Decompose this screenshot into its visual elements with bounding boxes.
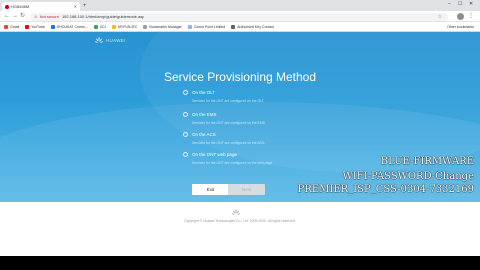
reload-icon[interactable]: ↻ [20,13,25,19]
tab-title: HG8546M [11,4,30,9]
minimize-icon[interactable]: – [448,1,451,7]
bookmark-label: SHOUKAT Comm... [56,24,88,29]
option-label: On the OLT [192,90,216,95]
option-olt[interactable]: On the OLT [183,90,215,95]
bookmark-icon [25,24,30,29]
copyright-text: Copyright © Huawei Technologies Co., Ltd… [184,219,296,223]
bookmark-icon [143,24,148,29]
bookmark-icon [50,24,55,29]
warning-icon: ⚠ [34,14,38,19]
close-window-icon[interactable]: ✕ [469,1,473,7]
overlay-caption-2: WIFI-PASSWORD-Change [342,171,474,182]
new-tab-button[interactable]: + [83,2,87,10]
option-label: On the EMS [192,112,217,117]
back-icon[interactable]: ← [4,13,10,19]
bookmark-item[interactable]: YouTube [25,24,45,29]
tab-bar: HG8546M ✕ + – ☐ ✕ [0,0,480,11]
maximize-icon[interactable]: ☐ [458,1,462,7]
huawei-logo-icon [232,209,240,215]
address-bar: ← → ↻ ⚠ Not secure 192.168.100.1/html/am… [0,11,480,22]
screen: HG8546M ✕ + – ☐ ✕ ← → ↻ ⚠ Not secure 192… [0,0,480,270]
page-title: Service Provisioning Method [163,70,317,84]
radio-button[interactable] [183,112,188,117]
huawei-logo: HUAWEI [95,37,126,44]
bookmark-item[interactable]: Comm Point Limited [187,24,226,29]
radio-button[interactable] [183,90,188,95]
bookmark-label: Comm Point Limited [193,24,226,29]
browser-tab[interactable]: HG8546M ✕ [2,2,80,11]
url-field[interactable]: ⚠ Not secure 192.168.100.1/html/amp/guid… [30,12,448,21]
bookmark-icon [231,24,236,29]
bookmark-item[interactable]: Gmail [4,24,20,29]
bookmark-icon [111,24,116,29]
profile-avatar[interactable] [457,13,464,20]
exit-button[interactable]: Exit [192,184,229,195]
option-ont-web[interactable]: On the ONT web page [183,152,237,157]
url-text: 192.168.100.1/html/amp/guide/guidemode.a… [61,14,145,19]
bookmark-icon [4,24,8,29]
option-description: Services for the ONT are configured on t… [192,99,265,103]
close-tab-icon[interactable]: ✕ [74,4,77,9]
bookmark-label: Bookmarks Manager [149,24,182,29]
bookmark-icon [187,24,192,29]
browser-menu-icon[interactable]: ⋮ [468,12,474,19]
letterbox-bar [0,256,480,270]
brand-name: HUAWEI [106,38,126,43]
radio-button[interactable] [183,152,188,157]
huawei-favicon-icon [5,4,9,9]
next-button[interactable]: Next [228,184,265,195]
huawei-logo-icon [95,37,103,43]
bookmark-label: Gmail [10,24,20,29]
bookmark-item[interactable]: Authorised Key Contact [231,24,274,29]
bookmark-label: YouTube [31,24,45,29]
overlay-caption-1: BLUE-FIRMWARE [380,156,474,167]
forward-icon[interactable]: → [12,13,18,19]
option-description: Services for the ONT are configured on t… [192,141,266,145]
option-description: Services for the ONT are configured on t… [192,161,274,165]
bookmark-item[interactable]: GCI [93,24,106,29]
not-secure-label: Not secure [39,14,59,19]
overlay-caption-3: PREMIER_ISP_CSS-0304-7332169 [297,184,474,195]
bookmark-item[interactable]: Bookmarks Manager [143,24,182,29]
bookmark-item[interactable]: SHOUKAT Comm... [50,24,88,29]
option-ems[interactable]: On the EMS [183,112,217,117]
option-description: Services for the ONT are configured on t… [192,121,266,125]
bookmark-label: MYFUN-IEC [117,24,138,29]
bookmark-star-icon[interactable]: ☆ [438,14,442,20]
bookmark-label: GCI [99,24,106,29]
option-label: On the ACS [192,132,216,137]
page-footer: Copyright © Huawei Technologies Co., Ltd… [0,202,480,256]
option-acs[interactable]: On the ACS [183,132,216,137]
bookmark-label: Authorised Key Contact [237,24,274,29]
bookmark-icon [93,24,98,29]
option-label: On the ONT web page [192,152,237,157]
bookmarks-bar: Gmail YouTube SHOUKAT Comm... GCI MYFUN-… [0,22,480,32]
radio-button[interactable] [183,132,188,137]
other-bookmarks[interactable]: Other bookmarks [447,25,474,29]
router-page: HUAWEI Service Provisioning Method On th… [0,32,480,202]
bookmark-item[interactable]: MYFUN-IEC [111,24,138,29]
